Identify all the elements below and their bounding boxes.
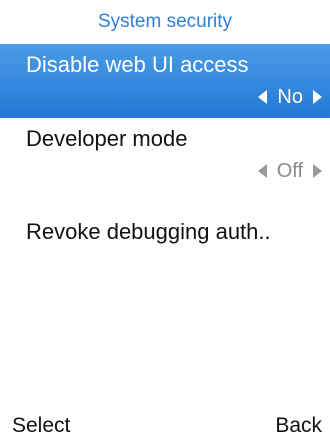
option-value: Off: [276, 160, 303, 182]
page-title: System security: [0, 0, 330, 44]
option-selector[interactable]: Off: [257, 158, 322, 184]
option-value: No: [277, 86, 303, 108]
settings-menu: Disable web UI access No Developer mode …: [0, 44, 330, 266]
back-softkey[interactable]: Back: [275, 414, 322, 438]
arrow-right-icon[interactable]: [313, 164, 322, 178]
select-softkey[interactable]: Select: [12, 414, 70, 438]
menu-item-revoke-debugging-auth[interactable]: Revoke debugging auth..: [0, 192, 330, 266]
menu-item-disable-web-ui-access[interactable]: Disable web UI access No: [0, 44, 330, 118]
menu-item-label: Revoke debugging auth..: [26, 219, 271, 244]
page-title-text: System security: [97, 11, 233, 32]
phone-screen: System security Disable web UI access No…: [0, 0, 330, 445]
arrow-left-icon[interactable]: [258, 90, 268, 104]
menu-item-developer-mode[interactable]: Developer mode Off: [0, 118, 330, 192]
arrow-right-icon[interactable]: [313, 90, 322, 104]
option-selector[interactable]: No: [258, 84, 322, 110]
menu-item-label: Developer mode: [26, 126, 188, 151]
arrow-left-icon[interactable]: [257, 164, 267, 178]
softkey-bar: Select Back: [0, 407, 330, 445]
menu-item-label: Disable web UI access: [26, 52, 249, 77]
